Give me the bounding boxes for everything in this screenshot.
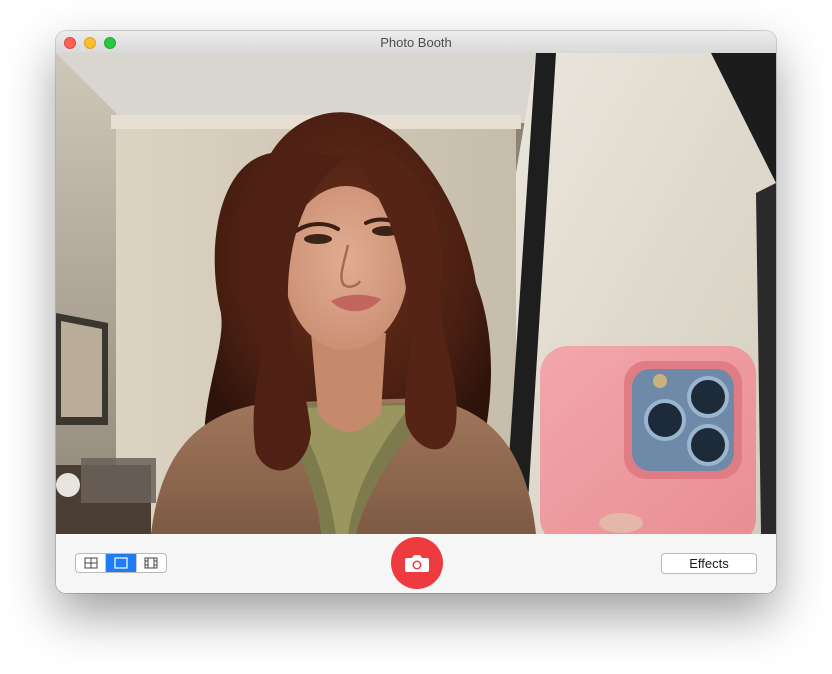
- video-mode-button[interactable]: [137, 554, 166, 572]
- photo-booth-window: Photo Booth Effects: [56, 31, 776, 593]
- camera-preview: [56, 53, 776, 534]
- single-photo-mode-button[interactable]: [106, 554, 137, 572]
- take-photo-button[interactable]: [391, 537, 443, 589]
- title-bar[interactable]: Photo Booth: [56, 31, 776, 54]
- four-up-mode-button[interactable]: [76, 554, 107, 572]
- camera-feed-image: [56, 53, 776, 534]
- grid-icon: [84, 557, 98, 569]
- single-frame-icon: [114, 557, 128, 569]
- filmstrip-icon: [144, 557, 158, 569]
- effects-button[interactable]: Effects: [661, 553, 757, 574]
- camera-icon: [405, 555, 429, 572]
- view-mode-control: [75, 553, 167, 573]
- window-title: Photo Booth: [380, 35, 452, 50]
- bottom-toolbar: Effects: [56, 534, 776, 593]
